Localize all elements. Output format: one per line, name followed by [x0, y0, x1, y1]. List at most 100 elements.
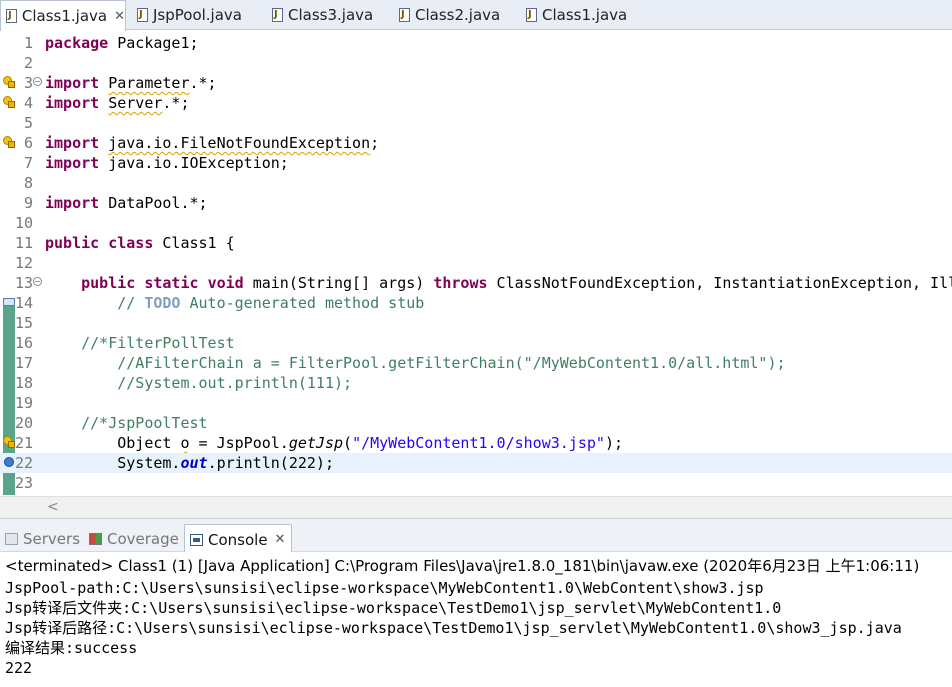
keyword: import: [45, 74, 100, 92]
code-line[interactable]: 18 //System.out.println(111);: [0, 373, 952, 393]
line-number: 22: [14, 454, 33, 472]
tab-class1-java[interactable]: J Class1.java ✕: [0, 0, 126, 31]
java-file-icon: J: [399, 8, 410, 22]
line-number: 11: [14, 234, 33, 252]
close-icon[interactable]: ✕: [275, 532, 286, 547]
line-number: 3: [23, 74, 33, 92]
code-text[interactable]: public class Class1 {: [45, 233, 235, 253]
code-line[interactable]: 1 package Package1;: [0, 33, 952, 53]
line-number: 9: [23, 194, 33, 212]
code-text[interactable]: //*FilterPollTest: [45, 333, 235, 353]
line-number: 23: [14, 474, 33, 492]
tab-coverage[interactable]: Coverage: [89, 525, 179, 553]
scroll-left-icon[interactable]: <: [47, 499, 59, 515]
editor-tab-bar: J Class1.java ✕ J JspPool.java J Class3.…: [0, 0, 952, 31]
tab-class3-java[interactable]: J Class3.java: [272, 0, 373, 30]
line-number: 7: [23, 154, 33, 172]
code-text[interactable]: import java.io.FileNotFoundException;: [45, 133, 379, 153]
keyword: public: [45, 234, 100, 252]
code-line[interactable]: 9 import DataPool.*;: [0, 193, 952, 213]
java-file-icon: J: [137, 8, 148, 22]
keyword: public: [81, 274, 136, 292]
servers-icon: [5, 533, 18, 545]
tab-class2-java[interactable]: J Class2.java: [399, 0, 500, 30]
code-line[interactable]: 7 import java.io.IOException;: [0, 153, 952, 173]
keyword: class: [108, 234, 154, 252]
tab-label: Class3.java: [288, 6, 374, 24]
code-line[interactable]: 14 // TODO Auto-generated method stub: [0, 293, 952, 313]
code-text[interactable]: import DataPool.*;: [45, 193, 208, 213]
comment: //System.out.println(111);: [45, 374, 353, 392]
code-editor[interactable]: 1 package Package1; 2 3 − import Paramet…: [0, 31, 952, 496]
code-line[interactable]: 3 − import Parameter.*;: [0, 73, 952, 93]
comment: Auto-generated method stub: [180, 294, 425, 312]
tab-label: JspPool.java: [153, 6, 242, 24]
line-number: 4: [23, 94, 33, 112]
code-line[interactable]: 11 public class Class1 {: [0, 233, 952, 253]
comment: //: [45, 294, 145, 312]
tab-label: Class1.java: [542, 6, 628, 24]
code-line-current[interactable]: 22 System.out.println(222);: [0, 453, 952, 473]
code-text[interactable]: import Server.*;: [45, 93, 190, 113]
keyword: import: [45, 194, 100, 212]
comment: //AFilterChain a = FilterPool.getFilterC…: [45, 354, 786, 372]
code-line[interactable]: 17 //AFilterChain a = FilterPool.getFilt…: [0, 353, 952, 373]
code-line[interactable]: 12: [0, 253, 952, 273]
code-text[interactable]: //*JspPoolTest: [45, 413, 208, 433]
code-text[interactable]: package Package1;: [45, 33, 199, 53]
console-output[interactable]: <terminated> Class1 (1) [Java Applicatio…: [0, 552, 952, 687]
code-line[interactable]: 19: [0, 393, 952, 413]
code-line[interactable]: 13 − public static void main(String[] ar…: [0, 273, 952, 293]
keyword: import: [45, 154, 100, 172]
code-fragment: System.: [45, 454, 181, 472]
code-fragment: .*;: [189, 74, 217, 92]
code-line[interactable]: 10: [0, 213, 952, 233]
code-text[interactable]: System.out.println(222);: [45, 453, 334, 473]
code-fragment: [99, 134, 108, 152]
code-line[interactable]: 4 import Server.*;: [0, 93, 952, 113]
string-literal: "/MyWebContent1.0/show3.jsp": [352, 434, 605, 452]
line-number: 1: [23, 34, 33, 52]
code-line[interactable]: 20 //*JspPoolTest: [0, 413, 952, 433]
code-text[interactable]: import java.io.IOException;: [45, 153, 289, 173]
code-text[interactable]: import Parameter.*;: [45, 73, 217, 93]
tab-servers[interactable]: Servers: [5, 525, 80, 553]
code-line[interactable]: 5: [0, 113, 952, 133]
code-text[interactable]: //AFilterChain a = FilterPool.getFilterC…: [45, 353, 786, 373]
fold-toggle-icon[interactable]: −: [33, 77, 42, 86]
line-number: 18: [14, 374, 33, 392]
code-fragment: );: [604, 434, 623, 452]
horizontal-scrollbar[interactable]: <: [0, 496, 952, 518]
code-fragment: [45, 274, 81, 292]
tab-jsppool-java[interactable]: J JspPool.java: [137, 0, 242, 30]
code-text[interactable]: Object o = JspPool.getJsp("/MyWebContent…: [45, 433, 623, 453]
close-icon[interactable]: ✕: [114, 9, 125, 24]
line-number: 8: [23, 174, 33, 192]
code-text[interactable]: //System.out.println(111);: [45, 373, 352, 393]
code-line[interactable]: 21 Object o = JspPool.getJsp("/MyWebCont…: [0, 433, 952, 453]
code-fragment: java.io.IOException;: [99, 154, 289, 172]
line-number: 19: [14, 394, 33, 412]
code-line[interactable]: 15: [0, 313, 952, 333]
tab-class1-java-2[interactable]: J Class1.java: [526, 0, 627, 30]
java-file-icon: J: [6, 9, 17, 23]
fold-toggle-icon[interactable]: −: [33, 277, 42, 286]
code-fragment: [99, 234, 108, 252]
line-number: 2: [23, 54, 33, 72]
warning-fragment: o: [180, 434, 190, 452]
code-fragment: = JspPool.: [189, 434, 289, 452]
line-number: 15: [14, 314, 33, 332]
code-line[interactable]: 6 import java.io.FileNotFoundException;: [0, 133, 952, 153]
code-text[interactable]: // TODO Auto-generated method stub: [45, 293, 424, 313]
code-line[interactable]: 8: [0, 173, 952, 193]
keyword: throws: [433, 274, 488, 292]
code-line[interactable]: 23: [0, 473, 952, 493]
console-status: <terminated> Class1 (1) [Java Applicatio…: [5, 557, 920, 575]
code-text[interactable]: public static void main(String[] args) t…: [45, 273, 952, 293]
code-line[interactable]: 2: [0, 53, 952, 73]
code-line[interactable]: 16 //*FilterPollTest: [0, 333, 952, 353]
code-fragment: [99, 74, 108, 92]
tab-console[interactable]: Console ✕: [184, 524, 292, 554]
comment: //*JspPoolTest: [45, 414, 208, 432]
line-number: 6: [23, 134, 33, 152]
